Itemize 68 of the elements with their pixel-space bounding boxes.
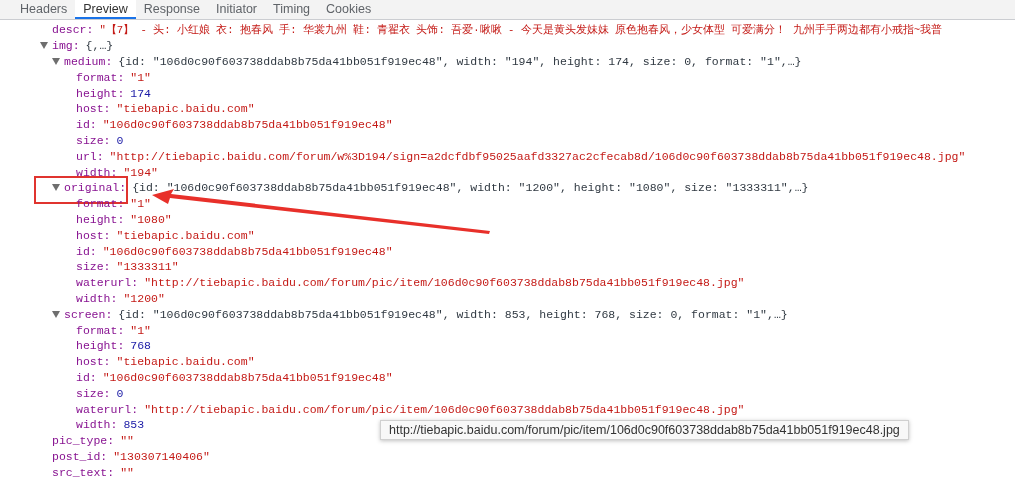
property-key: img: bbox=[52, 39, 80, 53]
string-value: "194" bbox=[123, 165, 158, 179]
property-key: post_id: bbox=[52, 449, 108, 463]
property-key: medium: bbox=[64, 55, 113, 68]
string-value: "1333311" bbox=[116, 260, 179, 274]
number-value: 0 bbox=[116, 386, 124, 400]
property-key: height: bbox=[76, 86, 125, 100]
property-key: src_text: bbox=[52, 465, 115, 479]
tab[interactable]: Timing bbox=[265, 0, 319, 19]
tooltip: http://tiebapic.baidu.com/forum/pic/item/106d0c90f603738ddab8b75da41bb051f919ec48.jpg bbox=[380, 420, 909, 440]
property-key: id: bbox=[76, 370, 97, 384]
string-value: "1" bbox=[130, 197, 152, 211]
string-value: "tiebapic.baidu.com" bbox=[116, 102, 255, 116]
property-key: size: bbox=[76, 260, 111, 274]
property-key: format: bbox=[76, 323, 125, 337]
tab[interactable]: Preview bbox=[75, 0, 136, 19]
string-value: "106d0c90f603738ddab8b75da41bb051f919ec48" bbox=[102, 370, 393, 384]
property-key: format: bbox=[76, 70, 125, 84]
number-value: 853 bbox=[123, 418, 145, 432]
string-value: "http://tiebapic.baidu.com/forum/w%3D194/sign=a2dcfdbf95025aafd3327ac2cfecab8d/106d0c90f603738ddab8b75da41bb051f919ec48.jpg" bbox=[109, 149, 966, 163]
string-value: "tiebapic.baidu.com" bbox=[116, 228, 255, 242]
string-value: "http://tiebapic.baidu.com/forum/pic/item/106d0c90f603738ddab8b75da41bb051f919ec48.jpg" bbox=[144, 402, 745, 416]
property-key: width: bbox=[76, 418, 118, 432]
property-key: height: bbox=[76, 339, 125, 353]
property-key: pic_type: bbox=[52, 434, 115, 448]
string-value: "1080" bbox=[130, 212, 172, 226]
property-key: host: bbox=[76, 355, 111, 369]
property-key: host: bbox=[76, 228, 111, 242]
expand-triangle-icon[interactable] bbox=[52, 184, 60, 192]
property-key: descr: bbox=[52, 23, 94, 37]
expand-triangle-icon[interactable] bbox=[52, 310, 60, 318]
tab[interactable]: Initiator bbox=[208, 0, 265, 19]
property-key: original: bbox=[64, 181, 127, 195]
property-key: height: bbox=[76, 212, 125, 226]
number-value: 0 bbox=[116, 133, 124, 147]
property-key: size: bbox=[76, 133, 111, 147]
property-key: width: bbox=[76, 165, 118, 179]
object-preview: {id: "106d0c90f603738ddab8b75da41bb051f919ec48", width: 853, height: 768, size: 0, format: "1",…} bbox=[118, 307, 788, 321]
string-value: "130307140406" bbox=[113, 449, 210, 463]
string-value: "106d0c90f603738ddab8b75da41bb051f919ec48" bbox=[102, 244, 393, 258]
property-key: size: bbox=[76, 386, 111, 400]
string-value: "http://tiebapic.baidu.com/forum/pic/item/106d0c90f603738ddab8b75da41bb051f919ec48.jpg" bbox=[144, 276, 745, 290]
string-value: "1200" bbox=[123, 291, 165, 305]
expand-triangle-icon[interactable] bbox=[52, 58, 60, 65]
object-preview: {id: "106d0c90f603738ddab8b75da41bb051f919ec48", width: "1200", height: "1080", size: "1333311",…} bbox=[132, 181, 809, 195]
string-value: "" bbox=[120, 434, 134, 448]
property-key: url: bbox=[76, 149, 104, 163]
property-key: host: bbox=[76, 102, 111, 116]
string-value: "1" bbox=[130, 323, 152, 337]
property-key: waterurl: bbox=[76, 276, 139, 290]
property-key: waterurl: bbox=[76, 402, 139, 416]
tab[interactable]: Response bbox=[135, 0, 208, 19]
property-key: id: bbox=[76, 118, 97, 132]
number-value: 768 bbox=[130, 339, 152, 353]
string-value: "1" bbox=[130, 70, 152, 84]
property-key: screen: bbox=[64, 307, 113, 321]
tab[interactable]: Headers bbox=[12, 0, 76, 19]
object-preview: {,…} bbox=[85, 39, 114, 53]
property-key: id: bbox=[76, 244, 97, 258]
string-value: "106d0c90f603738ddab8b75da41bb051f919ec48" bbox=[102, 118, 393, 132]
property-key: width: bbox=[76, 291, 118, 305]
string-value: "" bbox=[120, 465, 134, 479]
expand-triangle-icon[interactable] bbox=[40, 42, 48, 50]
tab[interactable]: Cookies bbox=[318, 0, 380, 19]
string-value: "tiebapic.baidu.com" bbox=[116, 355, 255, 369]
object-preview: {id: "106d0c90f603738ddab8b75da41bb051f919ec48", width: "194", height: 174, size: 0, format: "1",…} bbox=[118, 55, 802, 68]
number-value: 174 bbox=[130, 86, 152, 100]
string-value: "【7】 - 头: 小红娘 衣: 抱春风 手: 华裳九州 鞋: 青翟衣 头饰: 吾爱·啾啾 - 今天是黄头发妹妹 原色抱春风，少女体型 可爱满分！ 九州手手两边都有小戒指~我普 bbox=[99, 22, 943, 37]
